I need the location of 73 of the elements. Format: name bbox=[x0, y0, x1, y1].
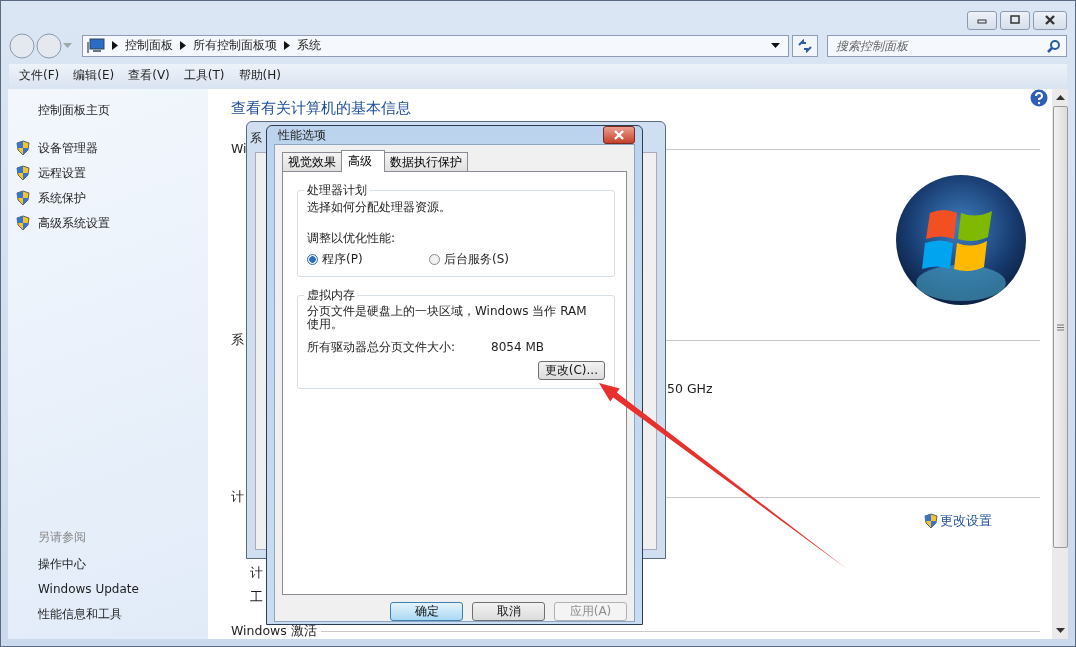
breadcrumb[interactable]: 所有控制面板项 bbox=[193, 37, 277, 55]
minimize-button[interactable] bbox=[967, 10, 997, 30]
section-heading: Wi bbox=[231, 141, 247, 157]
see-also-heading: 另请参阅 bbox=[38, 529, 86, 546]
address-bar[interactable]: 控制面板 所有控制面板项 系统 bbox=[82, 34, 789, 57]
change-button[interactable]: 更改(C)... bbox=[537, 361, 605, 380]
search-field[interactable]: 搜索控制面板 bbox=[827, 34, 1067, 57]
radio-button[interactable] bbox=[429, 254, 440, 265]
refresh-icon bbox=[797, 38, 813, 53]
chevron-icon bbox=[284, 41, 290, 51]
breadcrumb[interactable]: 控制面板 bbox=[125, 37, 173, 55]
close-icon bbox=[613, 130, 625, 140]
section-heading: 系 bbox=[231, 332, 244, 348]
dialog-button[interactable]: 取消 bbox=[472, 602, 545, 621]
minimize-icon bbox=[976, 16, 988, 25]
radio-label[interactable]: 程序(P) bbox=[322, 251, 363, 268]
close-button[interactable] bbox=[1033, 10, 1067, 30]
shield-icon bbox=[16, 165, 30, 181]
info-label: 工 bbox=[250, 589, 263, 605]
menu-item[interactable]: 编辑(E) bbox=[73, 67, 115, 85]
page-heading: 查看有关计算机的基本信息 bbox=[231, 99, 411, 117]
tab[interactable]: 视觉效果 bbox=[282, 152, 342, 171]
chevron-icon bbox=[180, 41, 186, 51]
sidebar-link[interactable]: 设备管理器 bbox=[38, 140, 98, 156]
menu-item[interactable]: 工具(T) bbox=[183, 67, 225, 85]
close-icon bbox=[1043, 15, 1057, 26]
description-text: 分页文件是硬盘上的一块区域，Windows 当作 RAM 使用。 bbox=[307, 305, 588, 331]
dialog-title: 性能选项 bbox=[278, 126, 326, 144]
description-text: 选择如何分配处理器资源。 bbox=[307, 200, 451, 215]
maximize-button[interactable] bbox=[1000, 10, 1030, 30]
computer-icon bbox=[87, 37, 105, 54]
radio-label[interactable]: 后台服务(S) bbox=[444, 251, 509, 268]
dialog-title: 系 bbox=[250, 130, 262, 147]
size-label: 所有驱动器总分页文件大小: bbox=[307, 340, 456, 355]
sidebar-link[interactable]: 控制面板主页 bbox=[38, 102, 110, 119]
menu-item[interactable]: 文件(F) bbox=[19, 67, 60, 85]
chevron-icon bbox=[112, 41, 118, 51]
tab[interactable]: 高级 bbox=[341, 150, 385, 172]
shield-icon bbox=[924, 513, 938, 529]
menu-item[interactable]: 帮助(H) bbox=[238, 67, 281, 85]
sidebar-link[interactable]: 系统保护 bbox=[38, 190, 86, 206]
sidebar-link[interactable]: 远程设置 bbox=[38, 165, 86, 181]
help-icon[interactable] bbox=[1030, 89, 1048, 107]
shield-icon bbox=[16, 215, 30, 231]
prompt-text: 调整以优化性能: bbox=[307, 231, 396, 246]
change-settings-link[interactable]: 更改设置 bbox=[940, 513, 992, 529]
sidebar-link[interactable]: 高级系统设置 bbox=[38, 215, 110, 231]
search-icon bbox=[1047, 39, 1060, 53]
radio-button[interactable] bbox=[307, 254, 318, 265]
section-heading: Windows 激活 bbox=[231, 623, 317, 639]
close-button[interactable] bbox=[603, 126, 635, 144]
menu-item[interactable]: 查看(V) bbox=[128, 67, 170, 85]
sidebar-link[interactable]: 性能信息和工具 bbox=[38, 606, 122, 622]
scroll-up-icon[interactable] bbox=[1055, 95, 1065, 100]
dialog-button[interactable]: 确定 bbox=[390, 602, 463, 621]
info-label: 计 bbox=[250, 565, 263, 581]
section-heading: 计 bbox=[231, 489, 244, 505]
sidebar-link[interactable]: Windows Update bbox=[38, 581, 139, 597]
shield-icon bbox=[16, 140, 30, 156]
scrollbar-thumb[interactable] bbox=[1052, 106, 1068, 548]
vertical-scrollbar[interactable] bbox=[1052, 89, 1068, 639]
size-value: 8054 MB bbox=[491, 340, 544, 355]
scroll-down-icon[interactable] bbox=[1055, 628, 1065, 633]
refresh-button[interactable] bbox=[792, 34, 818, 57]
tab[interactable]: 数据执行保护 bbox=[384, 152, 468, 171]
dropdown-arrow-icon[interactable] bbox=[771, 43, 780, 49]
group-title: 处理器计划 bbox=[304, 183, 370, 198]
sidebar-link[interactable]: 操作中心 bbox=[38, 556, 86, 572]
breadcrumb[interactable]: 系统 bbox=[297, 37, 321, 55]
maximize-icon bbox=[1009, 15, 1021, 26]
shield-icon bbox=[16, 190, 30, 206]
processor-speed-text: 50 GHz bbox=[667, 381, 713, 397]
group-title: 虚拟内存 bbox=[304, 288, 358, 303]
